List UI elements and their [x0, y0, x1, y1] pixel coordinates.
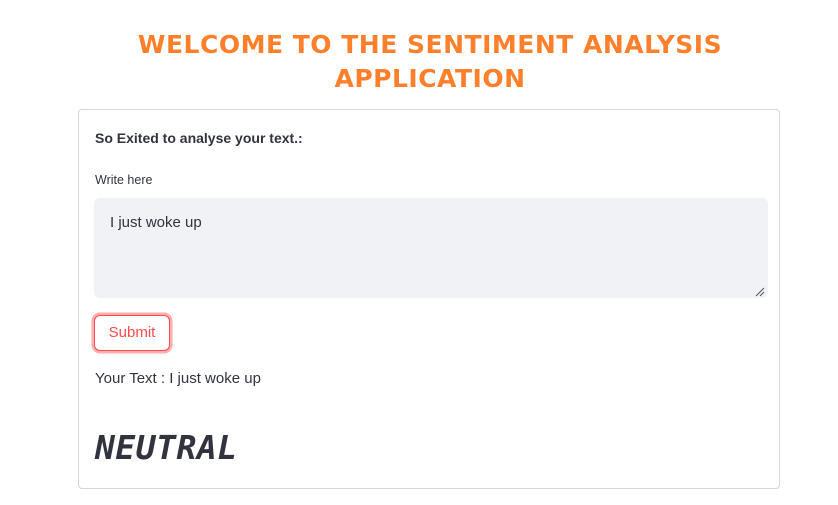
analysis-form: So Exited to analyse your text.: Write h… [78, 109, 780, 489]
resize-handle-icon[interactable] [755, 287, 765, 297]
page-title: WELCOME TO THE SENTIMENT ANALYSIS APPLIC… [0, 28, 838, 96]
form-prompt: So Exited to analyse your text.: [95, 130, 303, 146]
page-title-line-1: WELCOME TO THE SENTIMENT ANALYSIS [137, 30, 723, 59]
your-text-output: Your Text : I just woke up [95, 370, 261, 387]
submit-button[interactable]: Submit [94, 315, 170, 351]
text-field-label: Write here [95, 173, 153, 187]
page-title-line-2: APPLICATION [334, 64, 526, 93]
sentiment-result: NEUTRAL [95, 428, 238, 467]
app-page: WELCOME TO THE SENTIMENT ANALYSIS APPLIC… [0, 0, 838, 505]
text-input[interactable]: I just woke up [94, 198, 768, 298]
